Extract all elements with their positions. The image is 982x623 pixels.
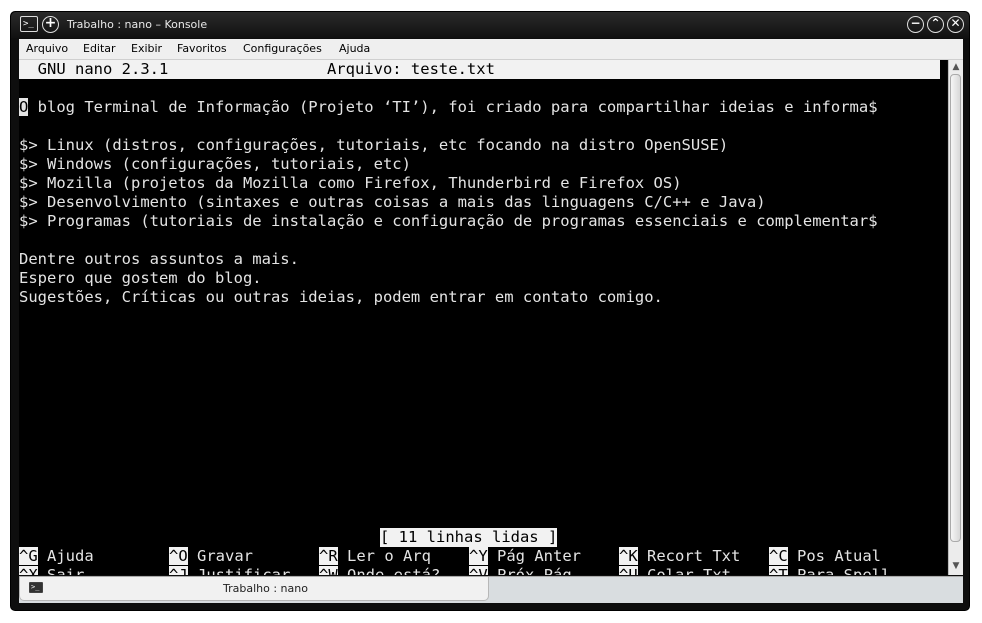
shortcut-onde-esta[interactable]: ^W Onde está?: [319, 566, 440, 575]
shortcut-colar-txt[interactable]: ^U Colar Txt: [619, 566, 731, 575]
shortcut-justificar[interactable]: ^J Justificar: [169, 566, 290, 575]
shortcut-key: ^U: [619, 566, 638, 575]
shortcut-sair[interactable]: ^X Sair: [19, 566, 84, 575]
shortcut-key: ^W: [319, 566, 338, 575]
nano-status-message: [ 11 linhas lidas ]: [380, 528, 558, 547]
shortcut-label: Colar Txt: [637, 566, 731, 575]
text-line: Sugestões, Críticas ou outras ideias, po…: [19, 288, 663, 306]
maximize-button[interactable]: ⌃: [927, 16, 944, 33]
shortcut-label: Gravar: [187, 547, 253, 565]
terminal-app-icon[interactable]: >_: [20, 16, 38, 32]
shortcut-para-spell[interactable]: ^T Para Spell: [769, 566, 890, 575]
shortcut-key: ^O: [169, 547, 188, 565]
shortcut-label: Pos Atual: [787, 547, 881, 565]
text-line: Dentre outros assuntos a mais.: [19, 250, 299, 268]
tab-bar: >_ Trabalho : nano: [19, 576, 963, 603]
shortcut-prox-pag[interactable]: ^V Próx Pág: [469, 566, 572, 575]
shortcut-label: Justificar: [187, 566, 291, 575]
shortcut-gravar[interactable]: ^O Gravar: [169, 547, 253, 566]
shortcut-key: ^R: [319, 547, 338, 565]
shortcut-label: Ler o Arq: [337, 547, 431, 565]
shortcut-recort-txt[interactable]: ^K Recort Txt: [619, 547, 740, 566]
tab-trabalho-nano[interactable]: >_ Trabalho : nano: [19, 577, 489, 601]
vertical-scrollbar[interactable]: ▲ ▼: [948, 60, 963, 575]
window-title: Trabalho : nano – Konsole: [67, 18, 208, 31]
menu-exibir[interactable]: Exibir: [131, 42, 162, 55]
shortcut-label: Pág Anter: [487, 547, 581, 565]
menu-bar: Arquivo Editar Exibir Favoritos Configur…: [19, 39, 963, 60]
text-line: $> Programas (tutoriais de instalação e …: [19, 212, 878, 230]
shortcut-label: Próx Pág: [487, 566, 572, 575]
shortcut-ler-arq[interactable]: ^R Ler o Arq: [319, 547, 431, 566]
shortcut-key: ^J: [169, 566, 188, 575]
shortcut-pos-atual[interactable]: ^C Pos Atual: [769, 547, 881, 566]
text-line: O blog Terminal de Informação (Projeto ‘…: [19, 98, 878, 117]
new-tab-icon[interactable]: +: [42, 16, 59, 33]
shortcut-label: Onde está?: [337, 566, 441, 575]
shortcut-pag-anter[interactable]: ^Y Pág Anter: [469, 547, 581, 566]
text-line: $> Mozilla (projetos da Mozilla como Fir…: [19, 174, 682, 192]
menu-configuracoes[interactable]: Configurações: [243, 42, 322, 55]
text-line: $> Linux (distros, configurações, tutori…: [19, 136, 729, 154]
text-line-content: blog Terminal de Informação (Projeto ‘TI…: [28, 98, 878, 116]
tab-label: Trabalho : nano: [223, 582, 308, 595]
menu-editar[interactable]: Editar: [83, 42, 116, 55]
text-line: $> Desenvolvimento (sintaxes e outras co…: [19, 193, 766, 211]
terminal-tab-icon: >_: [29, 582, 43, 593]
shortcut-ajuda[interactable]: ^G Ajuda: [19, 547, 94, 566]
shortcut-key: ^K: [619, 547, 638, 565]
menu-arquivo[interactable]: Arquivo: [26, 42, 68, 55]
konsole-window: >_ + Trabalho : nano – Konsole − ⌃ ✕ Arq…: [10, 11, 970, 611]
minimize-button[interactable]: −: [907, 16, 924, 33]
shortcut-key: ^G: [19, 547, 38, 565]
title-bar[interactable]: >_ + Trabalho : nano – Konsole − ⌃ ✕: [11, 12, 969, 38]
shortcut-key: ^X: [19, 566, 38, 575]
shortcut-label: Ajuda: [37, 547, 94, 565]
shortcut-key: ^V: [469, 566, 488, 575]
shortcut-key: ^T: [769, 566, 788, 575]
close-button[interactable]: ✕: [947, 16, 964, 33]
scroll-up-icon[interactable]: ▲: [949, 60, 963, 74]
nano-header: GNU nano 2.3.1 Arquivo: teste.txt: [19, 60, 940, 79]
menu-ajuda[interactable]: Ajuda: [339, 42, 370, 55]
nano-header-text: GNU nano 2.3.1 Arquivo: teste.txt: [19, 60, 495, 78]
text-cursor: O: [19, 98, 29, 116]
scroll-thumb[interactable]: [950, 74, 961, 542]
shortcut-label: Sair: [37, 566, 85, 575]
shortcut-label: Recort Txt: [637, 547, 741, 565]
text-line: $> Windows (configurações, tutoriais, et…: [19, 155, 411, 173]
terminal-area[interactable]: GNU nano 2.3.1 Arquivo: teste.txt O blog…: [19, 60, 947, 575]
text-line: Espero que gostem do blog.: [19, 269, 262, 287]
menu-favoritos[interactable]: Favoritos: [177, 42, 227, 55]
shortcut-key: ^Y: [469, 547, 488, 565]
scroll-down-icon[interactable]: ▼: [949, 559, 963, 573]
shortcut-key: ^C: [769, 547, 788, 565]
shortcut-label: Para Spell: [787, 566, 891, 575]
